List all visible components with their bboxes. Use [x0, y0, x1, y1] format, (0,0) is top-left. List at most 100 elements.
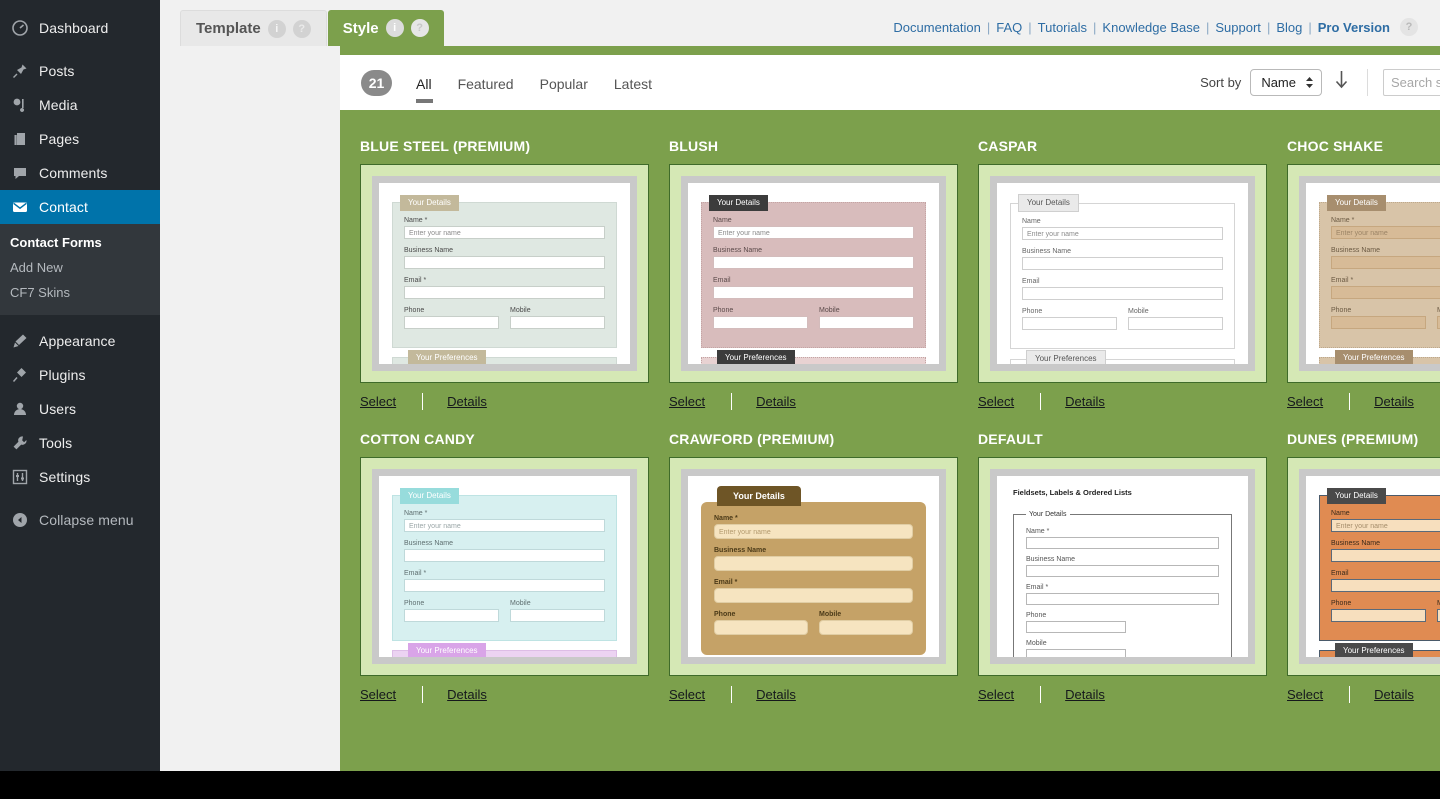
search-styles-box[interactable] — [1383, 69, 1440, 96]
mock-label-email: Email — [713, 277, 914, 284]
mock-input-name: Enter your name — [1331, 519, 1440, 532]
style-thumbnail[interactable]: Your Details Name Enter your name Busine… — [1287, 457, 1440, 676]
sort-direction-icon[interactable] — [1331, 71, 1352, 94]
sidebar-item-appearance[interactable]: Appearance — [0, 324, 160, 358]
select-link[interactable]: Select — [1287, 687, 1323, 702]
select-link[interactable]: Select — [1287, 394, 1323, 409]
mock-legend-details: Your Details — [1327, 488, 1386, 504]
style-card-actions: Select Details — [978, 392, 1267, 410]
style-thumbnail[interactable]: Your Details Name Enter your name Busine… — [978, 164, 1267, 383]
select-link[interactable]: Select — [669, 687, 705, 702]
style-thumbnail[interactable]: Fieldsets, Labels & Ordered Lists Your D… — [978, 457, 1267, 676]
help-icon[interactable]: ? — [1400, 18, 1418, 36]
sidebar-label: Plugins — [39, 367, 86, 383]
style-card[interactable]: Blush Your Details Name Enter your name … — [669, 138, 958, 410]
link-support[interactable]: Support — [1215, 20, 1261, 35]
sort-select[interactable]: Name — [1250, 69, 1322, 96]
style-thumbnail[interactable]: Your Details Name * Enter your name Busi… — [360, 164, 649, 383]
mock-input-email — [1026, 593, 1219, 605]
tab-template[interactable]: Template i ? — [180, 10, 327, 46]
mock-input-phone — [404, 316, 499, 329]
filter-tab-latest[interactable]: Latest — [614, 55, 652, 110]
sort-controls: Sort by Name — [1200, 69, 1440, 96]
divider — [731, 393, 732, 410]
details-link[interactable]: Details — [756, 394, 796, 409]
mock-input-name: Enter your name — [713, 226, 914, 239]
divider — [1349, 686, 1350, 703]
mock-label-email: Email — [1022, 278, 1223, 285]
search-input[interactable] — [1391, 75, 1440, 90]
style-card[interactable]: Dunes (Premium) Your Details Name Enter … — [1287, 431, 1440, 703]
style-title: Default — [978, 431, 1267, 447]
details-link[interactable]: Details — [1065, 394, 1105, 409]
select-link[interactable]: Select — [978, 687, 1014, 702]
info-icon[interactable]: i — [268, 20, 286, 38]
details-link[interactable]: Details — [1374, 687, 1414, 702]
link-faq[interactable]: FAQ — [996, 20, 1022, 35]
select-link[interactable]: Select — [669, 394, 705, 409]
mock-label-mobile: Mobile — [510, 600, 605, 607]
style-thumbnail[interactable]: Your Details Name Enter your name Busine… — [669, 164, 958, 383]
sidebar-item-tools[interactable]: Tools — [0, 426, 160, 460]
details-link[interactable]: Details — [447, 394, 487, 409]
style-title: Blue Steel (Premium) — [360, 138, 649, 154]
style-thumbnail[interactable]: Your Details Name * Enter your name Busi… — [360, 457, 649, 676]
filter-tab-popular[interactable]: Popular — [540, 55, 588, 110]
style-card-actions: Select Details — [978, 685, 1267, 703]
sidebar-item-comments[interactable]: Comments — [0, 156, 160, 190]
contact-submenu: Contact Forms Add New CF7 Skins — [0, 224, 160, 315]
details-link[interactable]: Details — [756, 687, 796, 702]
divider — [422, 393, 423, 410]
sidebar-item-dashboard[interactable]: Dashboard — [0, 11, 160, 45]
select-link[interactable]: Select — [360, 394, 396, 409]
mock-input-mobile — [1026, 649, 1126, 657]
style-card[interactable]: Crawford (Premium) Your Details Name * E… — [669, 431, 958, 703]
style-thumbnail[interactable]: Your Details Name * Enter your name Busi… — [669, 457, 958, 676]
style-card[interactable]: Default Fieldsets, Labels & Ordered List… — [978, 431, 1267, 703]
sidebar-item-users[interactable]: Users — [0, 392, 160, 426]
brush-icon — [10, 331, 30, 351]
mock-legend-details: Your Details — [1026, 511, 1070, 518]
mock-fieldset: Your Details Name * Business Name Email … — [1013, 511, 1232, 657]
mock-label-name: Name — [713, 217, 914, 224]
link-blog[interactable]: Blog — [1276, 20, 1302, 35]
sidebar-item-posts[interactable]: Posts — [0, 54, 160, 88]
style-thumbnail[interactable]: Your Details Name * Enter your name Busi… — [1287, 164, 1440, 383]
details-link[interactable]: Details — [1374, 394, 1414, 409]
select-link[interactable]: Select — [978, 394, 1014, 409]
submenu-item-cf7-skins[interactable]: CF7 Skins — [0, 280, 160, 305]
submenu-item-contact-forms[interactable]: Contact Forms — [0, 230, 160, 255]
sidebar-item-contact[interactable]: Contact — [0, 190, 160, 224]
sidebar-item-collapse-menu[interactable]: Collapse menu — [0, 503, 160, 537]
details-link[interactable]: Details — [447, 687, 487, 702]
submenu-item-add-new[interactable]: Add New — [0, 255, 160, 280]
sidebar-item-pages[interactable]: Pages — [0, 122, 160, 156]
style-card[interactable]: Blue Steel (Premium) Your Details Name *… — [360, 138, 649, 410]
link-pro-version[interactable]: Pro Version — [1318, 20, 1390, 35]
filter-tab-all[interactable]: All — [416, 55, 432, 110]
style-card[interactable]: Cotton Candy Your Details Name * Enter y… — [360, 431, 649, 703]
info-icon[interactable]: i — [386, 19, 404, 37]
filter-tab-featured[interactable]: Featured — [458, 55, 514, 110]
mock-input-email — [714, 588, 913, 603]
mock-input-phone — [1331, 609, 1426, 622]
style-card-actions: Select Details — [669, 392, 958, 410]
sidebar-item-settings[interactable]: Settings — [0, 460, 160, 494]
style-card[interactable]: Caspar Your Details Name Enter your name… — [978, 138, 1267, 410]
link-documentation[interactable]: Documentation — [893, 20, 980, 35]
divider — [422, 686, 423, 703]
divider — [1040, 393, 1041, 410]
help-icon[interactable]: ? — [411, 19, 429, 37]
admin-sidebar: Dashboard Posts Media Pages Comments — [0, 0, 160, 771]
select-link[interactable]: Select — [360, 687, 396, 702]
sidebar-item-media[interactable]: Media — [0, 88, 160, 122]
mock-legend-preferences: Your Preferences — [1026, 350, 1106, 364]
help-icon[interactable]: ? — [293, 20, 311, 38]
style-card[interactable]: Choc Shake Your Details Name * Enter you… — [1287, 138, 1440, 410]
sidebar-item-plugins[interactable]: Plugins — [0, 358, 160, 392]
tab-style[interactable]: Style i ? — [328, 10, 444, 46]
link-knowledge-base[interactable]: Knowledge Base — [1102, 20, 1200, 35]
details-link[interactable]: Details — [1065, 687, 1105, 702]
link-tutorials[interactable]: Tutorials — [1038, 20, 1087, 35]
filter-tabs: All Featured Popular Latest — [416, 55, 652, 110]
